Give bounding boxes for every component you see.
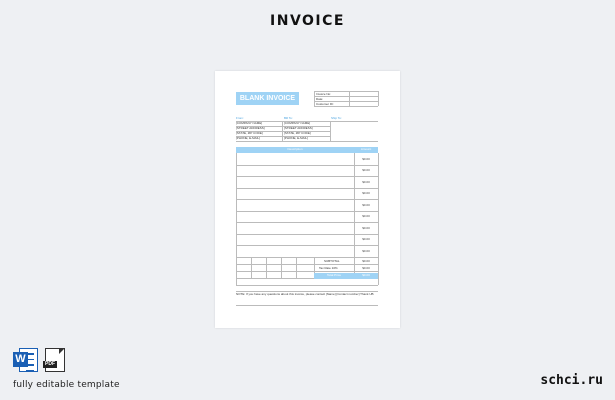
invoice-sheet: BLANK INVOICE Invoice No: Date: Customer… (215, 71, 400, 328)
pdf-icon: PDF (43, 348, 65, 372)
from-line: [STATE, ZIP CODE] (236, 131, 263, 135)
to-line: [COMPANY NAME] (284, 121, 311, 125)
item-amount: $0.00 (362, 237, 370, 241)
brand-watermark: schci.ru (540, 373, 603, 388)
tax-label: Tax Rate 10% (319, 266, 338, 270)
from-line: [COMPANY NAME] (236, 121, 263, 125)
to-line: [PHONE, E-MAIL] (284, 136, 309, 140)
item-amount: $0.00 (362, 156, 370, 161)
item-amount: $0.00 (362, 248, 370, 253)
item-amount: $0.00 (362, 179, 370, 184)
total-value: $0.00 (362, 273, 370, 277)
meta-customer-id: Customer ID: (316, 102, 334, 106)
subtotal-label: SUBTOTAL (324, 259, 340, 263)
amount-header: Amount (360, 147, 372, 151)
ship-to-label: Ship To: (331, 116, 342, 120)
bill-to-label: Bill To: (284, 116, 293, 120)
page-title: INVOICE (270, 13, 345, 29)
meta-date: Date: (316, 97, 324, 101)
word-icon: W (13, 348, 39, 372)
item-amount: $0.00 (362, 225, 370, 230)
item-amount: $0.00 (362, 202, 370, 207)
format-icons: W PDF (13, 348, 65, 372)
from-line: [PHONE, E-MAIL] (236, 136, 261, 140)
meta-invoice-no: Invoice No: (316, 92, 332, 96)
from-label: From: (236, 116, 244, 120)
description-header: Description (287, 147, 303, 151)
to-line: [STATE, ZIP CODE] (284, 131, 311, 135)
invoice-title: BLANK INVOICE (236, 92, 299, 105)
template-caption: fully editable template (13, 380, 120, 390)
from-line: [STREET ADDRESS] (236, 126, 265, 130)
tax-value: $0.00 (362, 266, 370, 270)
invoice-note: NOTE: If you have any questions about th… (236, 292, 374, 296)
to-line: [STREET ADDRESS] (284, 126, 313, 130)
total-label: Total Price (326, 273, 341, 277)
subtotal-value: $0.00 (362, 259, 370, 263)
item-amount: $0.00 (362, 168, 370, 172)
item-amount: $0.00 (362, 191, 370, 195)
item-amount: $0.00 (362, 214, 370, 218)
